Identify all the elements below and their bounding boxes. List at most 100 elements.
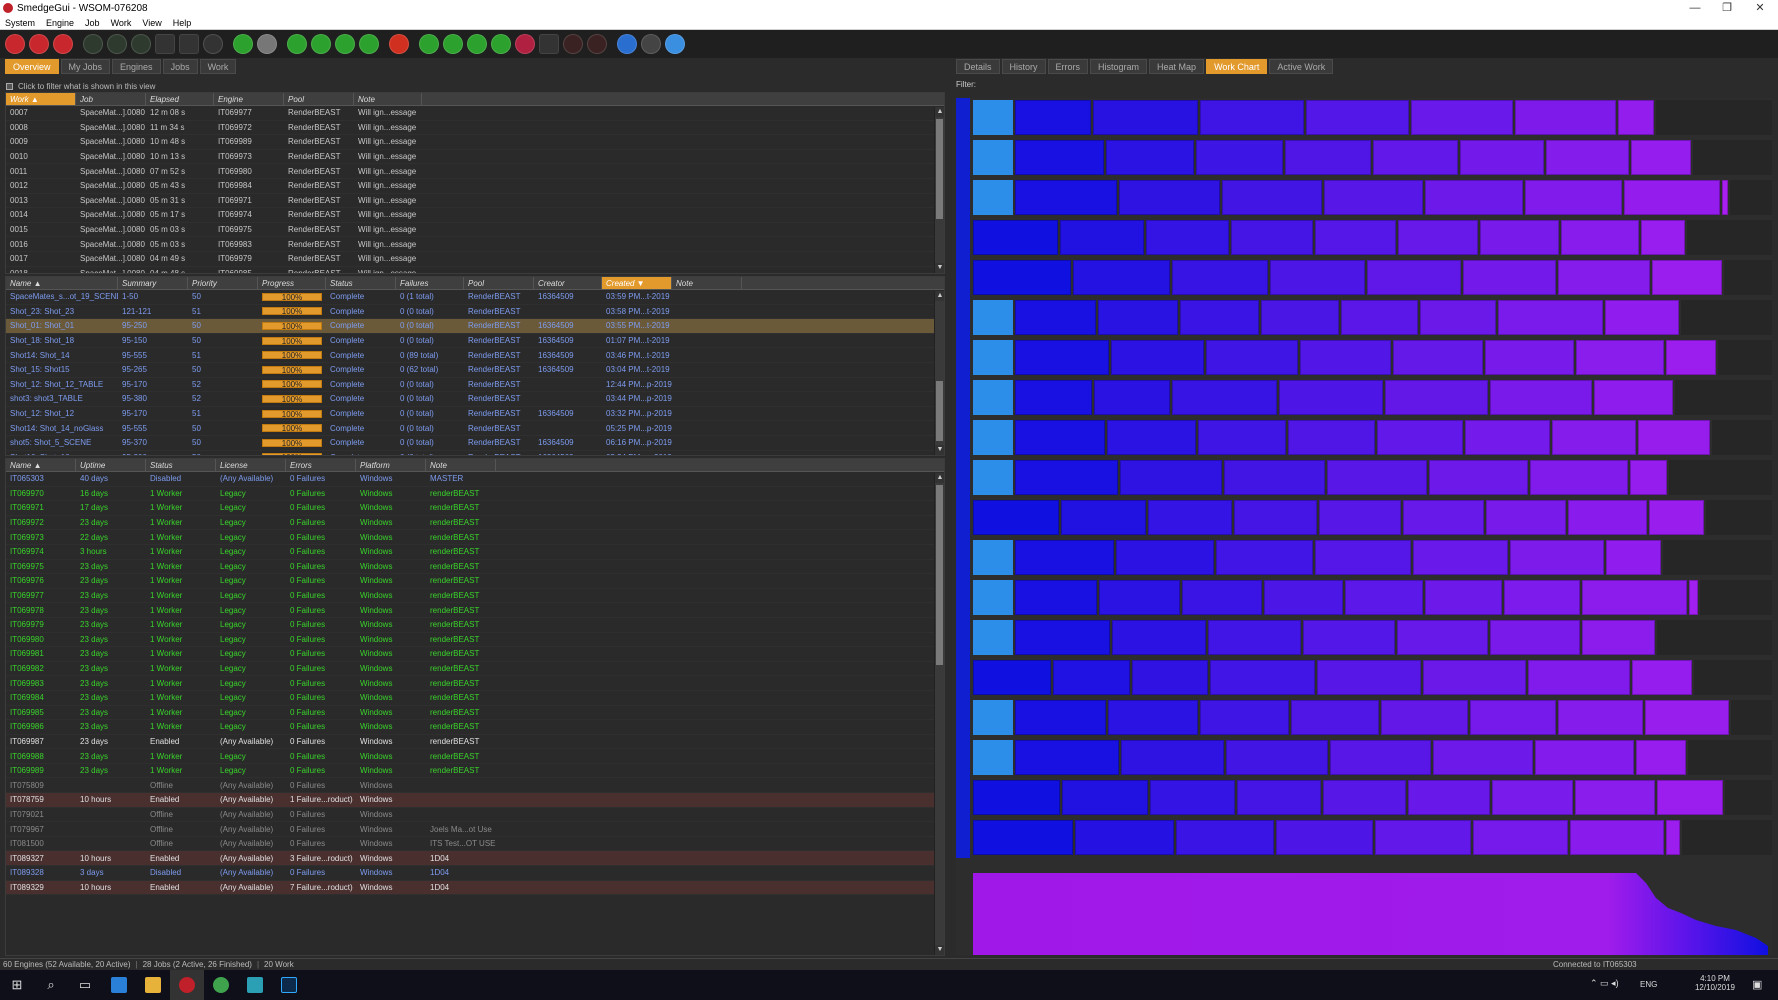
disabled-tool-icon[interactable] — [539, 34, 559, 54]
table-row[interactable]: IT079967 Offline (Any Available) 0 Failures… — [6, 822, 944, 837]
restart-engine-icon[interactable] — [53, 34, 73, 54]
disabled-tool-icon[interactable] — [203, 34, 223, 54]
work-block[interactable] — [1460, 140, 1544, 175]
tab-active-work[interactable]: Active Work — [1269, 59, 1334, 74]
column-header[interactable]: Note — [354, 93, 422, 105]
table-row[interactable]: IT081500 Offline (Any Available) 0 Failures… — [6, 837, 944, 852]
engines-table-scrollbar[interactable]: ▲ ▼ — [934, 473, 944, 955]
work-block[interactable] — [1575, 780, 1655, 815]
work-block[interactable] — [1408, 780, 1490, 815]
column-header[interactable]: License — [216, 459, 286, 471]
work-block[interactable] — [1525, 180, 1622, 215]
work-block[interactable] — [1176, 820, 1274, 855]
edge-icon[interactable] — [102, 970, 136, 1000]
work-block[interactable] — [1423, 660, 1526, 695]
work-block[interactable] — [1652, 260, 1722, 295]
column-header[interactable]: Created ▼ — [602, 277, 672, 289]
table-row[interactable]: IT069984 23 days 1 Worker Legacy 0 Failures W… — [6, 691, 944, 706]
work-block[interactable] — [1630, 460, 1667, 495]
work-chart[interactable] — [956, 98, 1772, 858]
work-block[interactable] — [1492, 780, 1573, 815]
table-row[interactable]: IT069986 23 days 1 Worker Legacy 0 Failures W… — [6, 720, 944, 735]
wrench-icon[interactable] — [257, 34, 277, 54]
work-block[interactable] — [1180, 300, 1259, 335]
column-header[interactable]: Summary — [118, 277, 188, 289]
job-status-icon[interactable] — [419, 34, 439, 54]
work-block[interactable] — [1231, 220, 1313, 255]
table-row[interactable]: 0010 SpaceMat...].0080 10 m 13 s IT069973 Re… — [6, 150, 944, 165]
work-block[interactable] — [1285, 140, 1371, 175]
tab-histogram[interactable]: Histogram — [1090, 59, 1148, 74]
start-icon[interactable]: ⊞ — [0, 970, 34, 1000]
column-header[interactable]: Pool — [464, 277, 534, 289]
table-row[interactable]: Shot14: Shot_14_noGlass 95-555 50 100% Compl… — [6, 421, 944, 436]
table-row[interactable]: 0009 SpaceMat...].0080 10 m 48 s IT069989 Re… — [6, 135, 944, 150]
work-block[interactable] — [1288, 420, 1375, 455]
work-block[interactable] — [1306, 100, 1409, 135]
work-block[interactable] — [973, 380, 1013, 415]
work-block[interactable] — [1504, 580, 1580, 615]
work-block[interactable] — [1015, 580, 1097, 615]
tab-work[interactable]: Work — [199, 59, 237, 74]
table-row[interactable]: Shot_23: Shot_23 121-121 51 100% Complete 0 (… — [6, 305, 944, 320]
work-block[interactable] — [1375, 820, 1471, 855]
work-block[interactable] — [1075, 820, 1174, 855]
work-block[interactable] — [1528, 660, 1630, 695]
work-block[interactable] — [1486, 500, 1566, 535]
work-block[interactable] — [1582, 580, 1687, 615]
work-block[interactable] — [1722, 180, 1728, 215]
work-block[interactable] — [1624, 180, 1720, 215]
job-tool-icon[interactable] — [491, 34, 511, 54]
play-job-icon[interactable] — [311, 34, 331, 54]
work-block[interactable] — [1198, 420, 1286, 455]
work-block[interactable] — [973, 780, 1060, 815]
table-row[interactable]: 0013 SpaceMat...].0080 05 m 31 s IT069971 Re… — [6, 194, 944, 209]
tray-icons[interactable]: ⌃ ▭ ◂) — [1590, 978, 1619, 989]
table-row[interactable]: Shot_18: Shot_18 95-150 50 100% Complete 0 (0… — [6, 334, 944, 349]
work-block[interactable] — [1279, 380, 1383, 415]
work-block[interactable] — [1594, 380, 1673, 415]
work-block[interactable] — [1098, 300, 1178, 335]
work-block[interactable] — [1315, 220, 1396, 255]
chrome-icon[interactable] — [204, 970, 238, 1000]
table-row[interactable]: 0012 SpaceMat...].0080 05 m 43 s IT069984 Re… — [6, 179, 944, 194]
table-row[interactable]: 0016 SpaceMat...].0080 05 m 03 s IT069983 Re… — [6, 237, 944, 252]
work-block[interactable] — [1606, 540, 1661, 575]
table-row[interactable]: IT069988 23 days 1 Worker Legacy 0 Failures W… — [6, 749, 944, 764]
work-block[interactable] — [1373, 140, 1458, 175]
work-block[interactable] — [1546, 140, 1629, 175]
work-block[interactable] — [1558, 260, 1650, 295]
table-row[interactable]: IT069981 23 days 1 Worker Legacy 0 Failures W… — [6, 647, 944, 662]
menu-system[interactable]: System — [0, 18, 41, 28]
disabled-tool-icon[interactable] — [83, 34, 103, 54]
work-block[interactable] — [1433, 740, 1533, 775]
work-block[interactable] — [1119, 180, 1220, 215]
work-block[interactable] — [1276, 820, 1373, 855]
column-header[interactable]: Progress — [258, 277, 326, 289]
column-header[interactable]: Failures — [396, 277, 464, 289]
menu-engine[interactable]: Engine — [41, 18, 80, 28]
work-block[interactable] — [1237, 780, 1321, 815]
work-block[interactable] — [1182, 580, 1262, 615]
disabled-tool-icon[interactable] — [563, 34, 583, 54]
work-block[interactable] — [1411, 100, 1513, 135]
column-header[interactable]: Priority — [188, 277, 258, 289]
work-block[interactable] — [1108, 700, 1198, 735]
work-block[interactable] — [1200, 700, 1289, 735]
table-row[interactable]: IT089328 3 days Disabled (Any Available) 0 F… — [6, 866, 944, 881]
table-row[interactable]: 0007 SpaceMat...].0080 12 m 08 s IT069977 Re… — [6, 106, 944, 121]
work-block[interactable] — [1015, 620, 1110, 655]
work-block[interactable] — [1061, 500, 1146, 535]
table-row[interactable]: IT069975 23 days 1 Worker Legacy 0 Failures W… — [6, 560, 944, 575]
language-indicator[interactable]: ENG — [1640, 980, 1657, 989]
work-block[interactable] — [973, 540, 1013, 575]
column-header[interactable]: Status — [146, 459, 216, 471]
column-header[interactable]: Name ▲ — [6, 459, 76, 471]
column-header[interactable]: Creator — [534, 277, 602, 289]
work-block[interactable] — [1224, 460, 1325, 495]
work-block[interactable] — [1264, 580, 1343, 615]
work-block[interactable] — [973, 180, 1013, 215]
table-row[interactable]: IT069971 17 days 1 Worker Legacy 0 Failures W… — [6, 501, 944, 516]
table-row[interactable]: IT089327 10 hours Enabled (Any Available) 3 … — [6, 851, 944, 867]
tab-heat-map[interactable]: Heat Map — [1149, 59, 1205, 74]
